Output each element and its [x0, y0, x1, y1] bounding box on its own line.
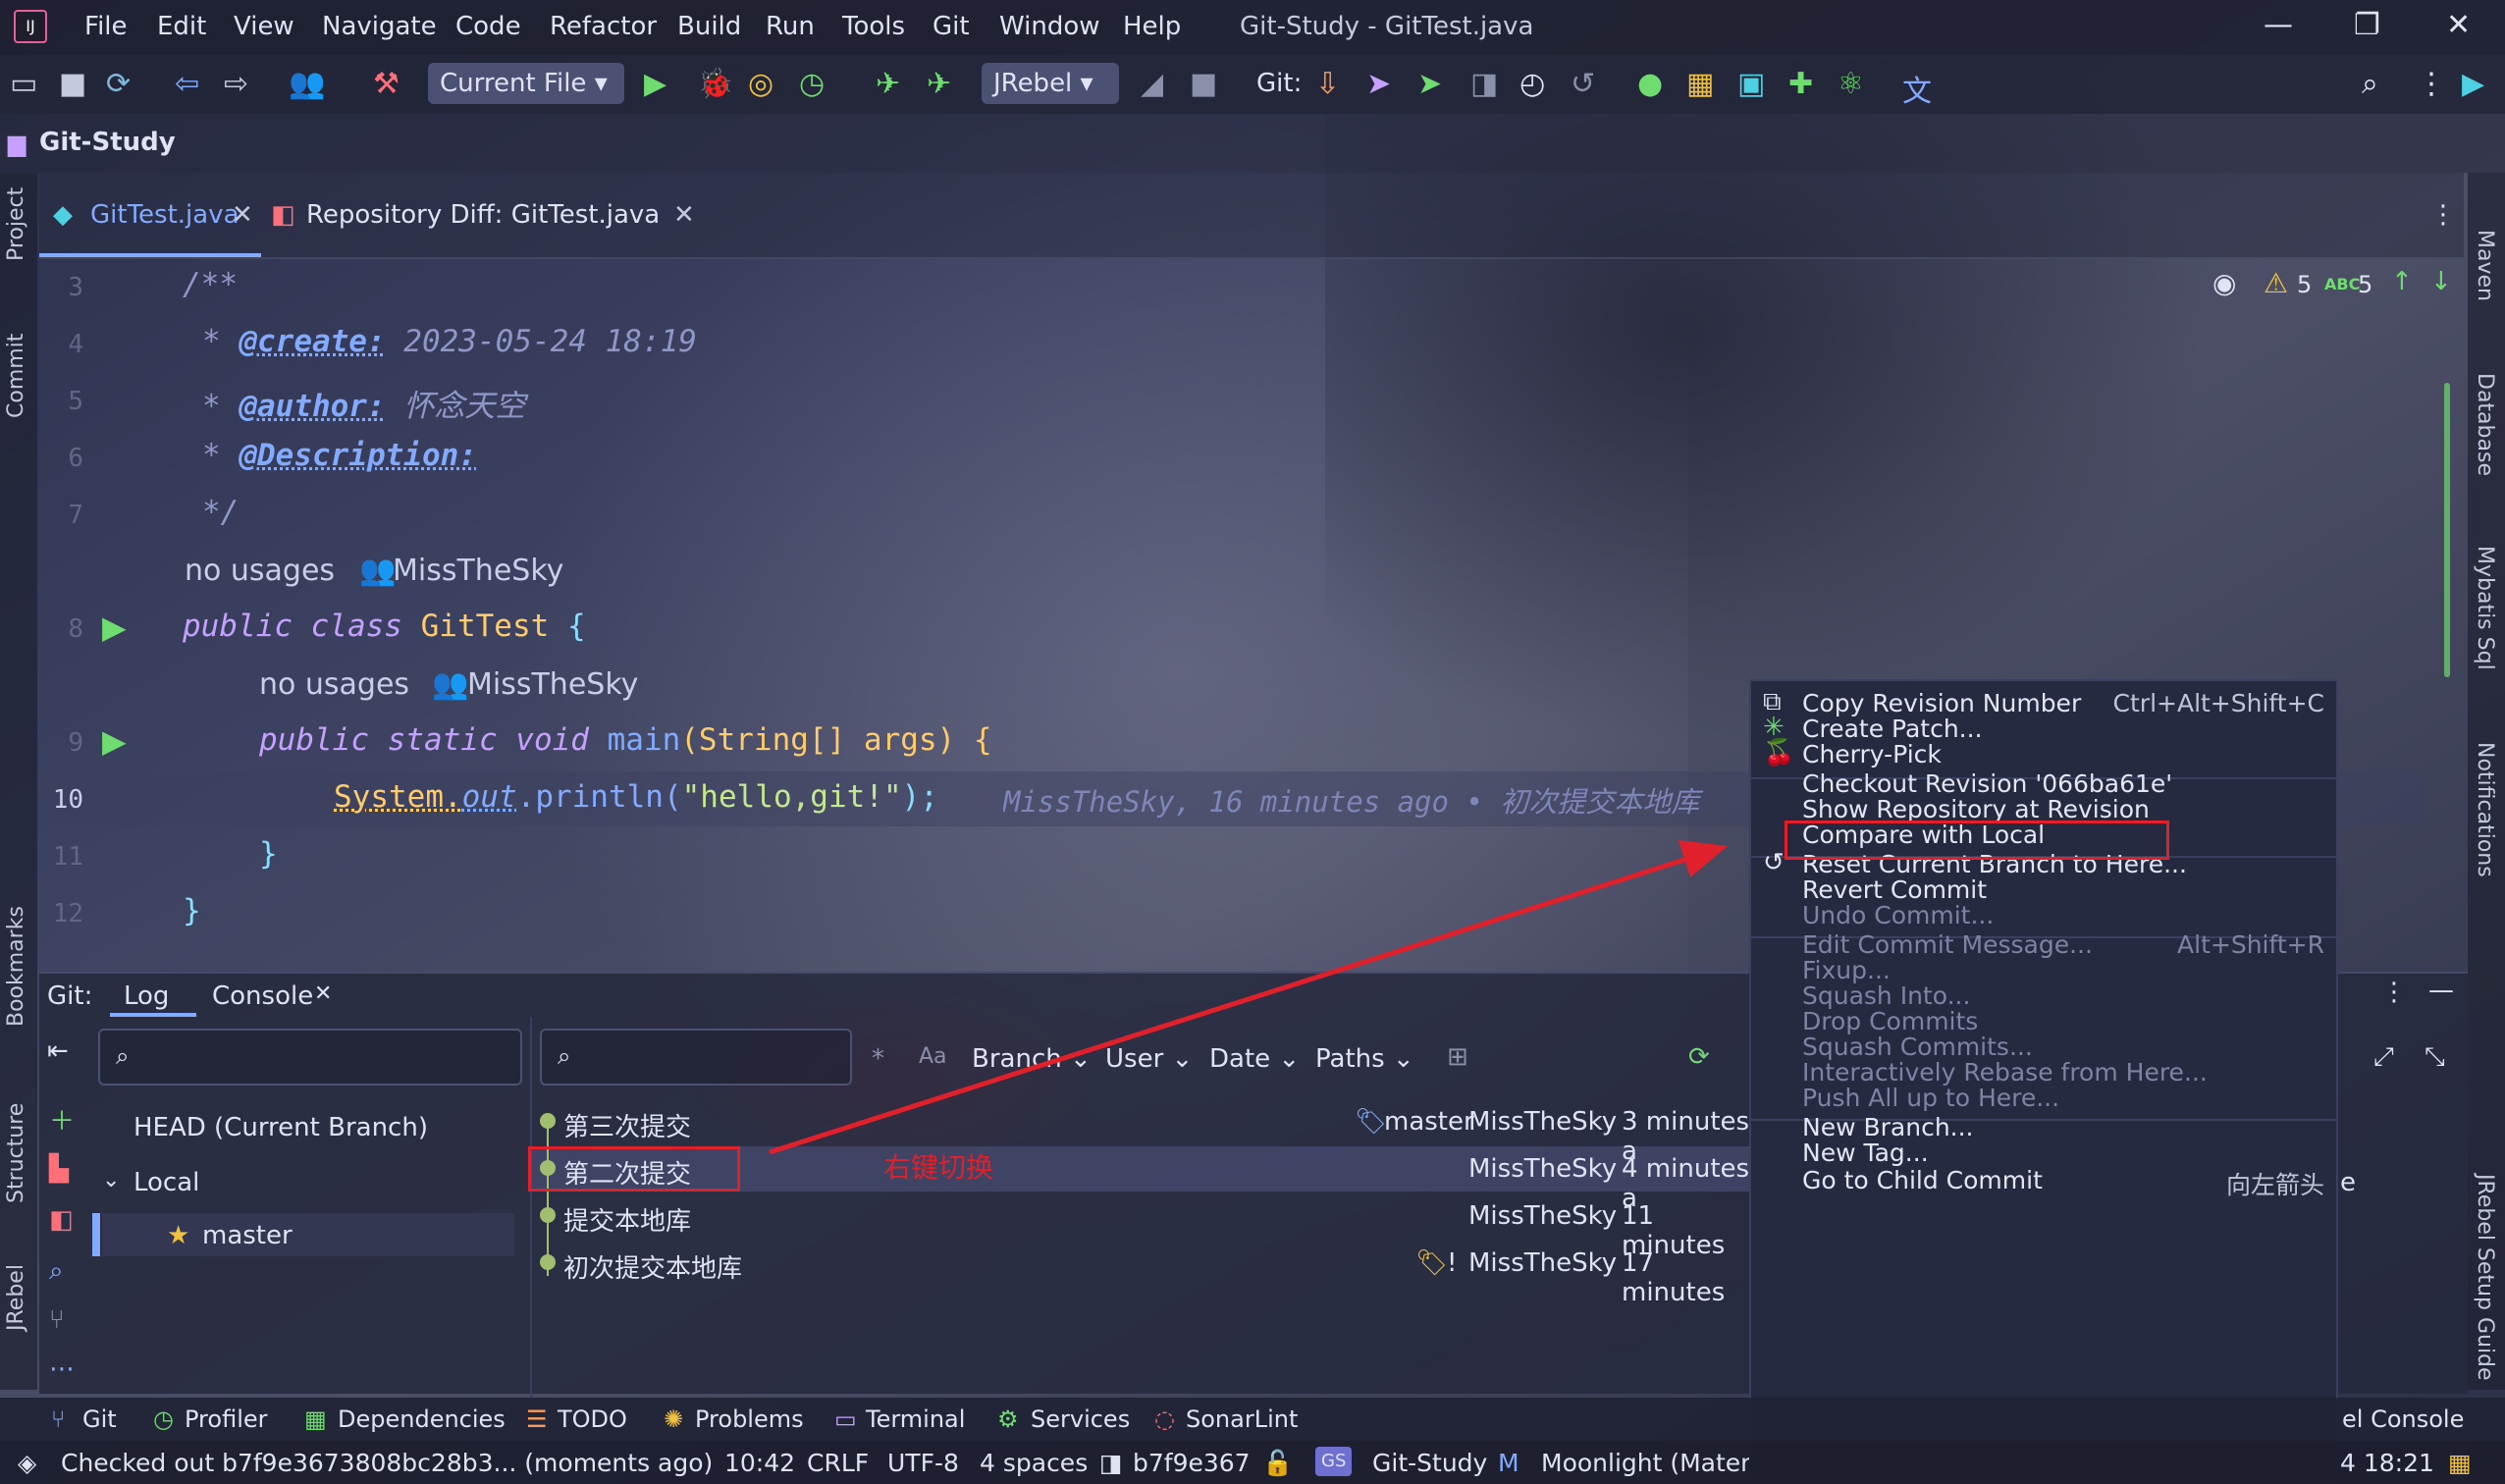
commit-context-menu: ⧉ Copy Revision Number Ctrl+Alt+Shift+C … [1749, 679, 2338, 1484]
cherry-icon: 🍒 [1763, 738, 1795, 768]
menu-item-fixup[interactable]: Fixup... [1802, 956, 1891, 984]
annotation-box-checkout [1785, 821, 2169, 860]
tool-console[interactable]: el Console [2342, 1405, 2464, 1433]
tool-git[interactable]: Git [82, 1405, 117, 1433]
status-layers-icon: ◈ [18, 1449, 37, 1477]
line-separator[interactable]: CRLF [807, 1449, 869, 1477]
shortcut: Alt+Shift+R [2177, 930, 2324, 959]
services-icon: ⚙ [997, 1405, 1019, 1433]
menu-item-new-branch[interactable]: New Branch... [1802, 1113, 1974, 1141]
terminal-icon: ▭ [834, 1405, 857, 1433]
menu-item-push-up-to[interactable]: Push All up to Here... [1802, 1084, 2059, 1112]
profiler-icon: ◷ [153, 1405, 174, 1433]
caret-position[interactable]: 10:42 [724, 1449, 795, 1477]
tool-terminal[interactable]: Terminal [866, 1405, 965, 1433]
lock-icon[interactable]: 🔓 [1262, 1449, 1293, 1478]
menu-item-cherry-pick[interactable]: Cherry-Pick [1802, 740, 1942, 768]
status-project[interactable]: Git-Study [1372, 1449, 1487, 1477]
tool-problems[interactable]: Problems [695, 1405, 804, 1433]
menu-item-edit-message[interactable]: Edit Commit Message... [1802, 930, 2093, 959]
git-revision-icon: ◨ [1099, 1449, 1123, 1477]
windows-icon: ▦ [2448, 1449, 2472, 1477]
tool-todo[interactable]: TODO [558, 1405, 627, 1433]
menu-item-create-patch[interactable]: Create Patch... [1802, 715, 1983, 743]
tool-sonarlint[interactable]: SonarLint [1186, 1405, 1298, 1433]
menu-item-child-commit[interactable]: Go to Child Commit [1802, 1166, 2043, 1194]
project-badge: GS [1315, 1447, 1353, 1476]
arrow-shaft [769, 855, 1691, 1155]
menu-item-revert-commit[interactable]: Revert Commit [1802, 875, 1987, 904]
menu-item-interactive-rebase[interactable]: Interactively Rebase from Here... [1802, 1058, 2208, 1086]
bottom-tool-strip: ⑂ Git ◷ Profiler ▦ Dependencies ☰ TODO ✺… [0, 1398, 2505, 1441]
menu-item-show-repository[interactable]: Show Repository at Revision [1802, 795, 2150, 823]
menu-item-drop-commits[interactable]: Drop Commits [1802, 1007, 1978, 1035]
status-theme[interactable]: Moonlight (Materi [1541, 1449, 1749, 1477]
todo-icon: ☰ [526, 1405, 548, 1433]
dependencies-icon: ▦ [304, 1405, 327, 1433]
arrow-head [1679, 840, 1728, 877]
menu-item-squash-into[interactable]: Squash Into... [1802, 981, 1970, 1010]
shortcut: 向左箭头 [2225, 1171, 2324, 1199]
status-bar: ◈ Checked out b7f9e3673808bc28b3... (mom… [0, 1441, 2505, 1484]
status-time: 4 18:21 [2340, 1449, 2434, 1477]
tool-services[interactable]: Services [1031, 1405, 1130, 1433]
menu-item-squash-commits[interactable]: Squash Commits... [1802, 1033, 2033, 1061]
problems-icon: ✺ [664, 1405, 684, 1433]
git-revision[interactable]: b7f9e367 [1133, 1449, 1251, 1477]
theme-icon: Ⅿ [1498, 1449, 1519, 1477]
reset-icon: ↺ [1763, 848, 1785, 877]
status-message[interactable]: Checked out b7f9e3673808bc28b3... (momen… [61, 1449, 713, 1477]
tool-dependencies[interactable]: Dependencies [338, 1405, 506, 1433]
git-branch-icon: ⑂ [51, 1405, 66, 1433]
tool-profiler[interactable]: Profiler [185, 1405, 268, 1433]
menu-item-new-tag[interactable]: New Tag... [1802, 1139, 1929, 1167]
menu-item-undo-commit[interactable]: Undo Commit... [1802, 901, 1994, 929]
shortcut: Ctrl+Alt+Shift+C [2112, 689, 2324, 717]
menu-item-copy-revision[interactable]: Copy Revision Number [1802, 689, 2081, 717]
file-encoding[interactable]: UTF-8 [887, 1449, 959, 1477]
sonarlint-icon: ◌ [1154, 1405, 1175, 1433]
indent-setting[interactable]: 4 spaces [980, 1449, 1088, 1477]
menu-item-checkout-revision[interactable]: Checkout Revision '066ba61e' [1802, 769, 2172, 798]
